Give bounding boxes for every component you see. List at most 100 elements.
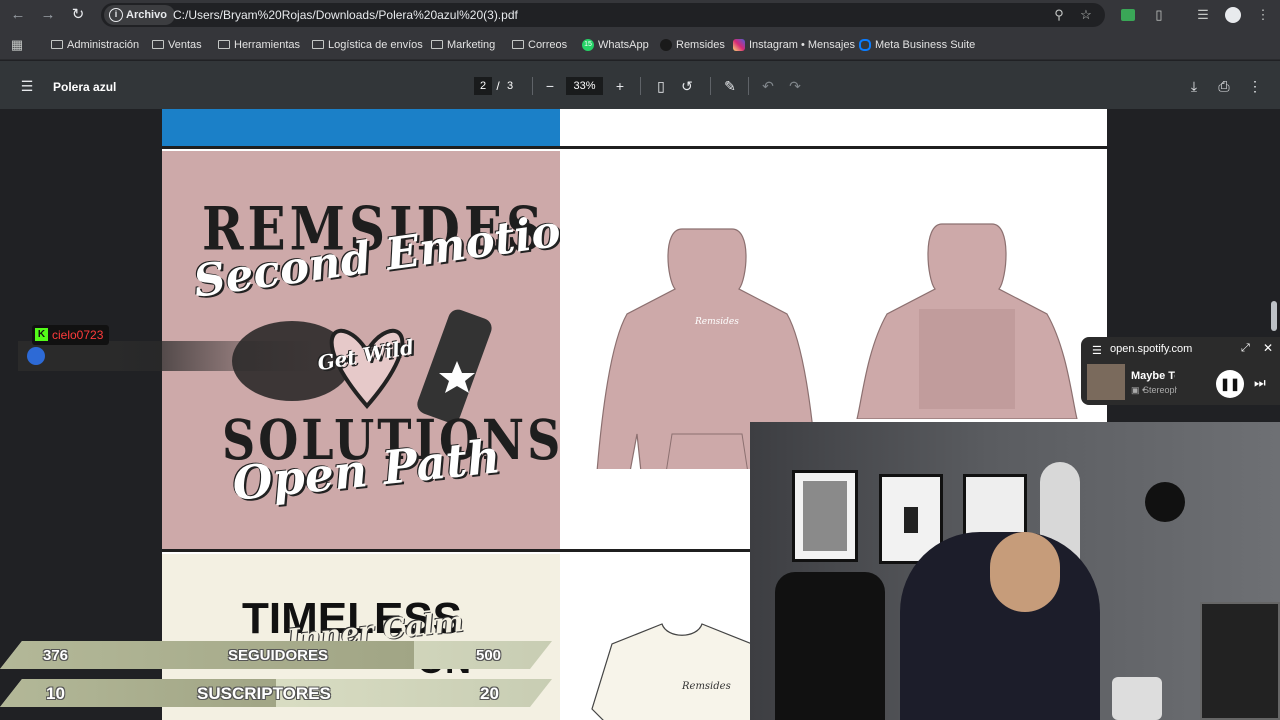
player-settings-icon[interactable]: ☰ <box>1092 344 1102 357</box>
bookmark-label: Administración <box>67 39 140 51</box>
browser-menu-icon[interactable]: ⋮ <box>1254 6 1272 24</box>
bookmark-label: Ventas <box>168 39 202 51</box>
blue-color-swatch <box>162 109 560 147</box>
bookmark-label: Herramientas <box>234 39 301 51</box>
zoom-search-icon[interactable]: ⚲ <box>1050 6 1068 24</box>
toolbar-divider <box>710 77 711 95</box>
meta-icon <box>859 39 871 51</box>
bookmark-whatsapp[interactable]: 15 WhatsApp <box>582 39 649 51</box>
zoom-in-icon[interactable]: + <box>611 77 629 95</box>
bookmark-label: Remsides <box>676 39 725 51</box>
folder-icon <box>218 40 230 49</box>
bookmark-label: Correos <box>528 39 568 51</box>
undo-icon[interactable]: ↶ <box>759 77 777 95</box>
bookmark-ventas[interactable]: Ventas <box>152 39 202 51</box>
bookmark-marketing[interactable]: Marketing <box>431 39 495 51</box>
bookmark-label: Marketing <box>447 39 496 51</box>
track-title: Maybe Tom <box>1131 370 1175 382</box>
instagram-icon <box>733 39 745 51</box>
bookmark-administracion[interactable]: Administración <box>51 39 139 51</box>
toolbar-divider <box>748 77 749 95</box>
bookmark-correos[interactable]: Correos <box>512 39 567 51</box>
apps-grid-icon[interactable]: ▦ <box>8 36 26 54</box>
fit-page-icon[interactable]: ▯ <box>652 77 670 95</box>
bookmark-label: Logística de envíos <box>328 39 423 51</box>
goal-subscribers-current: 10 <box>46 684 65 703</box>
file-chip-label: Archivo <box>126 9 167 21</box>
bookmarks-bar: ▦ Administración Ventas Herramientas Log… <box>0 30 1280 60</box>
bookmark-label: Meta Business Suite <box>875 39 976 51</box>
viewer-scrollbar[interactable] <box>1271 301 1277 331</box>
profile-avatar-icon[interactable] <box>1224 6 1242 24</box>
chat-username: K cielo0723 <box>32 325 110 345</box>
spotify-mini-player: ☰ open.spotify.com ⤢ ✕ Maybe Tom ▣ • Ste… <box>1081 337 1280 405</box>
zoom-level-input[interactable]: 33% <box>566 77 603 95</box>
reload-icon[interactable]: ↻ <box>68 5 88 25</box>
annotate-pen-icon[interactable]: ✎ <box>721 77 739 95</box>
url-text[interactable]: C:/Users/Bryam%20Rojas/Downloads/Polera%… <box>173 8 518 22</box>
zoom-out-icon[interactable]: − <box>541 77 559 95</box>
goal-subscribers: 10 SUSCRIPTORES 20 <box>0 679 552 707</box>
person-face <box>990 532 1060 612</box>
bookmark-herramientas[interactable]: Herramientas <box>218 39 300 51</box>
chat-message-bar <box>18 341 318 371</box>
viewer-margin-left <box>0 109 162 720</box>
goal-followers-label: SEGUIDORES <box>228 647 329 664</box>
toolbar-divider <box>640 77 641 95</box>
rotate-icon[interactable]: ↺ <box>678 77 696 95</box>
wall-poster <box>792 470 858 562</box>
pdf-toolbar: ☰ Polera azul 2 / 3 − 33% + ▯ ↺ ✎ ↶ ↷ ⤓ … <box>0 61 1280 109</box>
goal-followers: 376 SEGUIDORES 500 <box>0 641 552 669</box>
spotify-domain: open.spotify.com <box>1110 343 1193 355</box>
hoodie-back-mockup <box>856 223 1078 419</box>
extensions-icon[interactable]: ▯ <box>1150 6 1168 24</box>
folder-icon <box>312 40 324 49</box>
folder-icon <box>431 40 443 49</box>
redo-icon[interactable]: ↷ <box>786 77 804 95</box>
print-icon[interactable]: ⎙ <box>1215 77 1233 95</box>
media-queue-icon[interactable]: ☰ <box>1194 6 1212 24</box>
bookmark-logistica[interactable]: Logística de envíos <box>312 39 423 51</box>
next-track-icon[interactable]: ⏭ <box>1254 375 1266 391</box>
chat-user-avatar <box>27 347 45 365</box>
expand-icon[interactable]: ⤢ <box>1241 342 1250 355</box>
goal-followers-target: 500 <box>476 647 502 664</box>
forward-icon[interactable]: → <box>38 5 58 25</box>
tee-mockup <box>591 623 772 720</box>
sidebar-menu-icon[interactable]: ☰ <box>18 77 36 95</box>
page-divider <box>162 146 1107 149</box>
chair <box>775 572 885 720</box>
toolbar-divider <box>532 77 533 95</box>
tee-logo: Remsides <box>682 681 731 692</box>
browser-toolbar: ← → ↻ i Archivo C:/Users/Bryam%20Rojas/D… <box>0 0 1280 30</box>
bookmark-star-icon[interactable]: ☆ <box>1077 6 1095 24</box>
webcam-feed <box>750 422 1280 720</box>
extension-green-icon[interactable] <box>1119 6 1137 24</box>
monitor <box>1200 602 1280 720</box>
info-icon: i <box>109 8 123 22</box>
bookmark-label: Instagram • Mensajes <box>749 39 855 51</box>
bookmark-label: WhatsApp <box>598 39 649 51</box>
download-icon[interactable]: ⤓ <box>1185 77 1203 95</box>
folder-icon <box>512 40 524 49</box>
bookmark-instagram[interactable]: Instagram • Mensajes <box>733 39 855 51</box>
chat-username-text: cielo0723 <box>52 328 104 342</box>
close-icon[interactable]: ✕ <box>1263 341 1273 355</box>
pause-button[interactable]: ❚❚ <box>1216 370 1244 398</box>
folder-icon <box>152 40 164 49</box>
back-icon[interactable]: ← <box>8 5 28 25</box>
bookmark-remsides[interactable]: Remsides <box>660 39 725 51</box>
pdf-more-icon[interactable]: ⋮ <box>1246 77 1264 95</box>
goal-followers-current: 376 <box>43 647 69 664</box>
can <box>1112 677 1162 720</box>
bookmark-meta[interactable]: Meta Business Suite <box>859 39 975 51</box>
track-artist: Stereoph <box>1143 385 1177 395</box>
kick-icon: K <box>35 328 48 341</box>
whatsapp-icon: 15 <box>582 39 594 51</box>
file-chip[interactable]: i Archivo <box>104 5 175 25</box>
pdf-title: Polera azul <box>53 80 117 94</box>
album-art <box>1087 364 1125 400</box>
goal-subscribers-target: 20 <box>480 684 499 703</box>
remsides-icon <box>660 39 672 51</box>
folder-icon <box>51 40 63 49</box>
